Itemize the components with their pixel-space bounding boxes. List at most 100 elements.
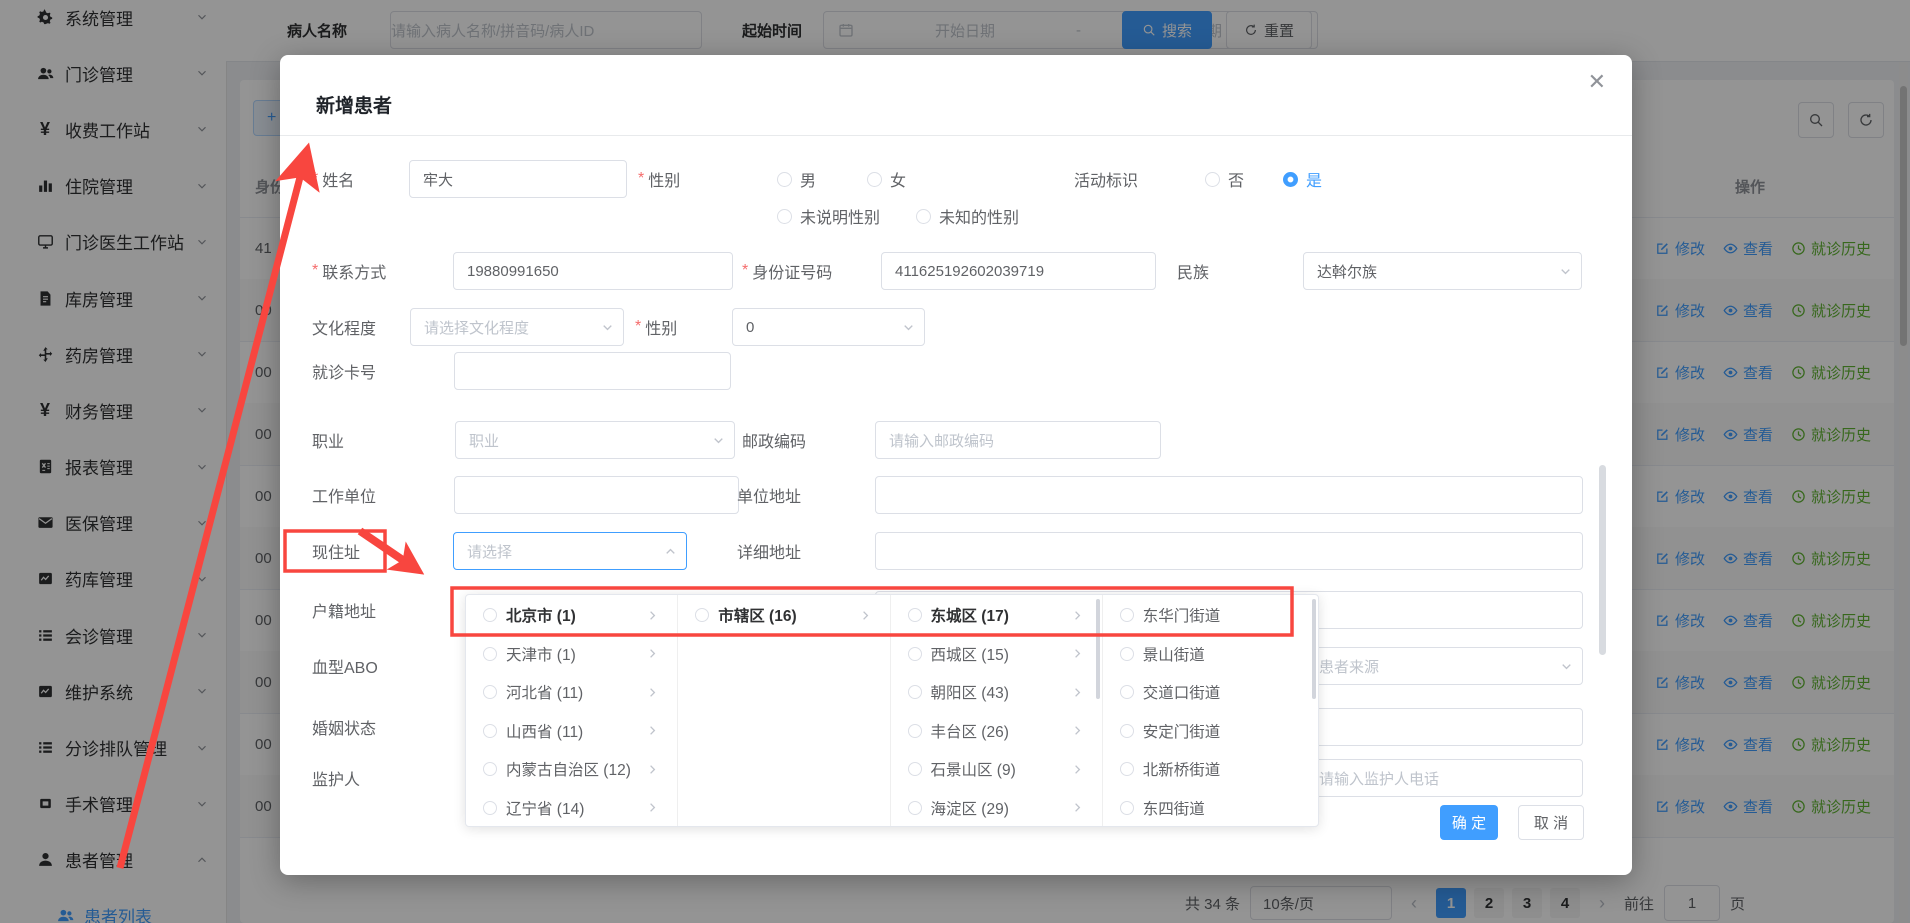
card-number-input[interactable]: [454, 352, 731, 390]
cascader-option[interactable]: 东城区 (17): [891, 596, 1102, 635]
cancel-button[interactable]: 取 消: [1518, 805, 1584, 840]
radio-icon: [1120, 762, 1134, 776]
scrollbar-thumb[interactable]: [1096, 599, 1100, 699]
gender-male-radio[interactable]: 男: [777, 160, 816, 198]
cascader-option-label: 北新桥街道: [1143, 758, 1300, 780]
cascader-option[interactable]: 北京市 (1): [466, 596, 677, 635]
chevron-right-icon: [1071, 763, 1084, 776]
cascader-column-1: 北京市 (1) 天津市 (1) 河北省 (11) 山西省 (11) 内蒙古自治区…: [466, 595, 678, 826]
chevron-right-icon: [646, 686, 659, 699]
cascader-option[interactable]: 市辖区 (16): [678, 596, 889, 635]
education-select[interactable]: 请选择文化程度: [410, 308, 624, 346]
radio-icon: [483, 724, 497, 738]
cascader-option[interactable]: 天津市 (1): [466, 635, 677, 674]
postal-input[interactable]: 请输入邮政编码: [875, 421, 1161, 459]
cascader-option[interactable]: 景山街道: [1103, 635, 1318, 674]
cascader-option[interactable]: 交道口街道: [1103, 673, 1318, 712]
cascader-option-label: 石景山区 (9): [931, 758, 1071, 780]
gender-unstated-radio[interactable]: 未说明性别: [777, 197, 880, 235]
name-input[interactable]: 牢大: [409, 160, 627, 198]
app-root: 系统管理 门诊管理 ¥ 收费工作站 住院管理 门诊医生工作站 库房管理: [0, 0, 1910, 923]
unit-address-input[interactable]: [875, 476, 1583, 514]
marital-status-label: 婚姻状态: [312, 708, 376, 746]
workunit-input[interactable]: [454, 476, 739, 514]
occupation-label: 职业: [312, 421, 344, 459]
cascader-column-4: 东华门街道 景山街道 交道口街道 安定门街道 北新桥街道: [1103, 595, 1318, 826]
active-no-radio[interactable]: 否: [1205, 160, 1244, 198]
postal-label: 邮政编码: [742, 421, 806, 459]
active-flag-label: 活动标识: [1074, 160, 1138, 198]
cascader-option-label: 景山街道: [1143, 643, 1300, 665]
cascader-option-label: 山西省 (11): [506, 720, 646, 742]
cascader-option-label: 交道口街道: [1143, 681, 1300, 703]
current-address-label: 现住址: [312, 532, 360, 570]
cascader-option[interactable]: 朝阳区 (43): [891, 673, 1102, 712]
contact-label: *联系方式: [312, 252, 386, 290]
cascader-option[interactable]: 山西省 (11): [466, 712, 677, 751]
cascader-option[interactable]: 丰台区 (26): [891, 712, 1102, 751]
chevron-right-icon: [1071, 724, 1084, 737]
chevron-right-icon: [646, 724, 659, 737]
workunit-label: 工作单位: [312, 476, 376, 514]
cascader-option[interactable]: 东四街道: [1103, 789, 1318, 828]
id-number-input[interactable]: 411625192602039719: [881, 252, 1156, 290]
cascader-option-label: 河北省 (11): [506, 681, 646, 703]
radio-icon: [916, 209, 931, 224]
chevron-down-icon: [902, 321, 915, 334]
guardian-phone-input[interactable]: 请输入监护人电话: [1305, 759, 1583, 797]
blood-type-label: 血型ABO: [312, 647, 378, 685]
cascader-option-label: 海淀区 (29): [931, 797, 1071, 819]
cascader-option[interactable]: 海淀区 (29): [891, 789, 1102, 828]
name-label: *姓名: [312, 160, 354, 198]
modal-title: 新增患者: [316, 91, 392, 118]
detail-address-label: 详细地址: [737, 532, 801, 570]
gender2-select[interactable]: 0: [732, 308, 925, 346]
scrollbar-thumb[interactable]: [1312, 599, 1316, 699]
gender-unknown-radio[interactable]: 未知的性别: [916, 197, 1019, 235]
cascader-option[interactable]: 西城区 (15): [891, 635, 1102, 674]
contact-input[interactable]: 19880991650: [453, 252, 733, 290]
id-number-label: *身份证号码: [742, 252, 832, 290]
cascader-option-label: 东城区 (17): [931, 604, 1071, 626]
cascader-option[interactable]: 河北省 (11): [466, 673, 677, 712]
radio-icon: [1120, 647, 1134, 661]
close-icon[interactable]: ✕: [1588, 71, 1606, 93]
chevron-right-icon: [646, 647, 659, 660]
gender-female-radio[interactable]: 女: [867, 160, 906, 198]
cascader-option[interactable]: 内蒙古自治区 (12): [466, 750, 677, 789]
nation-select[interactable]: 达斡尔族: [1303, 252, 1582, 290]
radio-icon: [867, 172, 882, 187]
detail-address-input[interactable]: [875, 532, 1583, 570]
cascader-option[interactable]: 辽宁省 (14): [466, 789, 677, 828]
cascader-option-label: 内蒙古自治区 (12): [506, 758, 646, 780]
radio-icon: [695, 608, 709, 622]
cascader-option-label: 市辖区 (16): [718, 604, 858, 626]
radio-icon: [1120, 608, 1134, 622]
cascader-option-label: 辽宁省 (14): [506, 797, 646, 819]
modal-scrollbar-thumb[interactable]: [1599, 465, 1606, 655]
cascader-option[interactable]: 东华门街道: [1103, 596, 1318, 635]
cascader-option-label: 天津市 (1): [506, 643, 646, 665]
chevron-down-icon: [1559, 265, 1572, 278]
current-address-cascader[interactable]: 请选择: [453, 532, 687, 570]
radio-icon: [908, 685, 922, 699]
cascader-option-label: 安定门街道: [1143, 720, 1300, 742]
active-yes-radio[interactable]: 是: [1283, 160, 1322, 198]
radio-icon: [1120, 685, 1134, 699]
radio-icon: [483, 685, 497, 699]
occupation-select[interactable]: 职业: [455, 421, 735, 459]
radio-icon: [483, 608, 497, 622]
cascader-option[interactable]: 石景山区 (9): [891, 750, 1102, 789]
radio-icon: [1120, 724, 1134, 738]
radio-icon: [1205, 172, 1220, 187]
nation-label: 民族: [1177, 252, 1209, 290]
chevron-right-icon: [646, 609, 659, 622]
radio-icon: [1120, 801, 1134, 815]
cascader-option[interactable]: 北新桥街道: [1103, 750, 1318, 789]
patient-source-select[interactable]: 患者来源: [1305, 647, 1583, 685]
cascader-option[interactable]: 安定门街道: [1103, 712, 1318, 751]
education-label: 文化程度: [312, 308, 376, 346]
confirm-button[interactable]: 确 定: [1440, 805, 1498, 840]
radio-icon: [908, 801, 922, 815]
modal-divider: [280, 135, 1632, 136]
